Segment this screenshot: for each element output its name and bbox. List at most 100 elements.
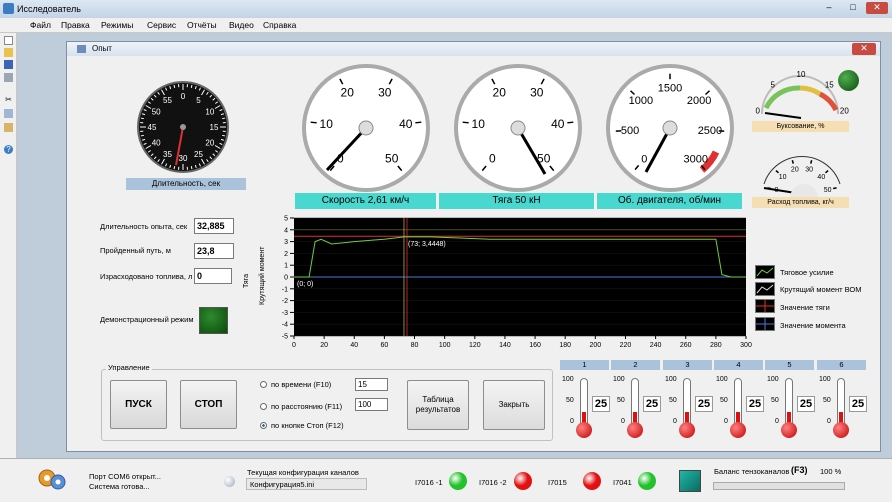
rpm-tick: 500 [621, 125, 639, 137]
demo-mode-indicator[interactable] [199, 307, 228, 334]
traction-tick: 20 [493, 86, 507, 100]
slip-tick: 15 [825, 80, 834, 89]
module-3-label: I7015 [548, 478, 567, 487]
config-title: Текущая конфигурация каналов [247, 468, 359, 477]
distance-spinner[interactable]: 100 [355, 398, 388, 411]
duration-tick: 40 [152, 139, 161, 148]
chart-x-tick: 200 [589, 342, 601, 349]
rpm-tick: 1500 [658, 83, 682, 95]
chart-cursor-label: (73; 3,4448) [408, 241, 446, 248]
radio-by-time-label[interactable]: по времени (F10) [271, 380, 331, 389]
balance-indicator[interactable] [679, 470, 701, 492]
traction-tick: 40 [551, 117, 565, 131]
chart-x-tick: 260 [680, 342, 692, 349]
duration-readout-label: Длительность опыта, сек [100, 222, 188, 231]
radio-by-distance[interactable] [260, 403, 267, 410]
rpm-tick: 2500 [698, 125, 722, 137]
thermometer-3-value: 25 [695, 396, 713, 412]
gears-icon [37, 466, 67, 492]
chart-ylabel-left: Тяга [243, 274, 250, 288]
chart-x-tick: 140 [499, 342, 511, 349]
speed-tick: 20 [341, 86, 355, 100]
fuel-tick: 50 [824, 187, 832, 194]
duration-tick: 55 [163, 96, 172, 105]
fuel-tick: 20 [791, 166, 799, 173]
chart-y-tick: -5 [282, 334, 288, 341]
thermometer-4-header: 4 [714, 360, 763, 370]
slip-needle [764, 112, 802, 119]
trend-chart: Тяга Крутящий момент (73; 3,4448) (0; 0)… [243, 216, 752, 350]
slip-indicator-led [838, 70, 859, 91]
legend-traction: Тяговое усилие [780, 268, 834, 277]
distance-readout-value: 23,8 [194, 243, 234, 259]
distance-readout-label: Пройденный путь, м [100, 246, 171, 255]
slip-tick: 5 [770, 80, 775, 89]
thermometer-2-value: 25 [643, 396, 661, 412]
thermometer-3-header: 3 [663, 360, 712, 370]
radio-by-distance-label[interactable]: по расстоянию (F11) [271, 402, 342, 411]
thermometer-tick: 0 [570, 418, 574, 425]
module-1-label: I7016 -1 [415, 478, 443, 487]
duration-readout-value: 32,885 [194, 218, 234, 234]
fuel-readout-value: 0 [194, 268, 232, 284]
thermometer-3-bulb [679, 422, 695, 438]
thermometer-6-value: 25 [849, 396, 867, 412]
slip-tick: 0 [755, 106, 760, 115]
chart-x-tick: 80 [411, 342, 419, 349]
balance-progress [713, 482, 845, 490]
chart-x-tick: 60 [381, 342, 389, 349]
chart-y-tick: 5 [284, 216, 288, 223]
fuel-gauge: 01020304050 [763, 155, 841, 198]
radio-by-stop-button-label[interactable]: по кнопке Стоп (F12) [271, 421, 344, 430]
chart-ylabel-right: Крутящий момент [258, 246, 266, 305]
rpm-tick: 1000 [629, 95, 653, 107]
close-experiment-button[interactable]: Закрыть [483, 380, 545, 430]
module-3-led [583, 472, 601, 490]
slip-gauge: 0 5 10 15 20 [755, 70, 849, 119]
duration-tick: 0 [181, 92, 186, 101]
results-table-button[interactable]: Таблица результатов [407, 380, 469, 430]
duration-tick: 45 [148, 123, 157, 132]
traction-tick: 0 [489, 152, 496, 166]
thermometer-5-header: 5 [765, 360, 814, 370]
thermometer-4-value: 25 [746, 396, 764, 412]
chart-y-tick: 4 [284, 227, 288, 234]
chart-y-tick: 0 [284, 275, 288, 282]
duration-tick: 20 [205, 139, 214, 148]
chart-y-tick: 3 [284, 239, 288, 246]
legend-swatch-traction-value [755, 299, 775, 313]
thermometer-1-value: 25 [592, 396, 610, 412]
radio-by-time[interactable] [260, 381, 267, 388]
chart-x-tick: 180 [559, 342, 571, 349]
slip-tick: 20 [840, 106, 849, 115]
time-spinner[interactable]: 15 [355, 378, 388, 391]
stop-button[interactable]: СТОП [180, 380, 237, 429]
module-4-label: I7041 [613, 478, 632, 487]
thermometer-tick: 50 [771, 397, 779, 404]
module-4-led [638, 472, 656, 490]
thermometer-2-bulb [627, 422, 643, 438]
module-2-label: I7016 -2 [479, 478, 507, 487]
thermometer-tick: 100 [562, 376, 574, 383]
radio-by-stop-button[interactable] [260, 422, 267, 429]
speed-label: Скорость 2,61 км/ч [295, 193, 436, 209]
chart-y-tick: -3 [282, 310, 288, 317]
chart-x-tick: 220 [620, 342, 632, 349]
thermometer-1-bulb [576, 422, 592, 438]
balance-hotkey: (F3) [791, 465, 808, 475]
chart-x-tick: 300 [740, 342, 752, 349]
start-button[interactable]: ПУСК [110, 380, 167, 429]
chart-y-tick: 1 [284, 263, 288, 270]
duration-gauge: 0 5 10 15 2025 30 3540 45 5055 [137, 81, 229, 173]
chart-x-tick: 0 [292, 342, 296, 349]
fuel-tick: 30 [805, 166, 813, 173]
chart-x-tick: 100 [439, 342, 451, 349]
speed-tick: 10 [320, 117, 334, 131]
thermometer-tick: 0 [724, 418, 728, 425]
fuel-label: Расход топлива, кг/ч [752, 197, 849, 208]
config-status-icon [224, 476, 235, 487]
thermometer-tick: 100 [665, 376, 677, 383]
chart-x-tick: 160 [529, 342, 541, 349]
thermometer-1-header: 1 [560, 360, 609, 370]
thermometer-tick: 50 [669, 397, 677, 404]
